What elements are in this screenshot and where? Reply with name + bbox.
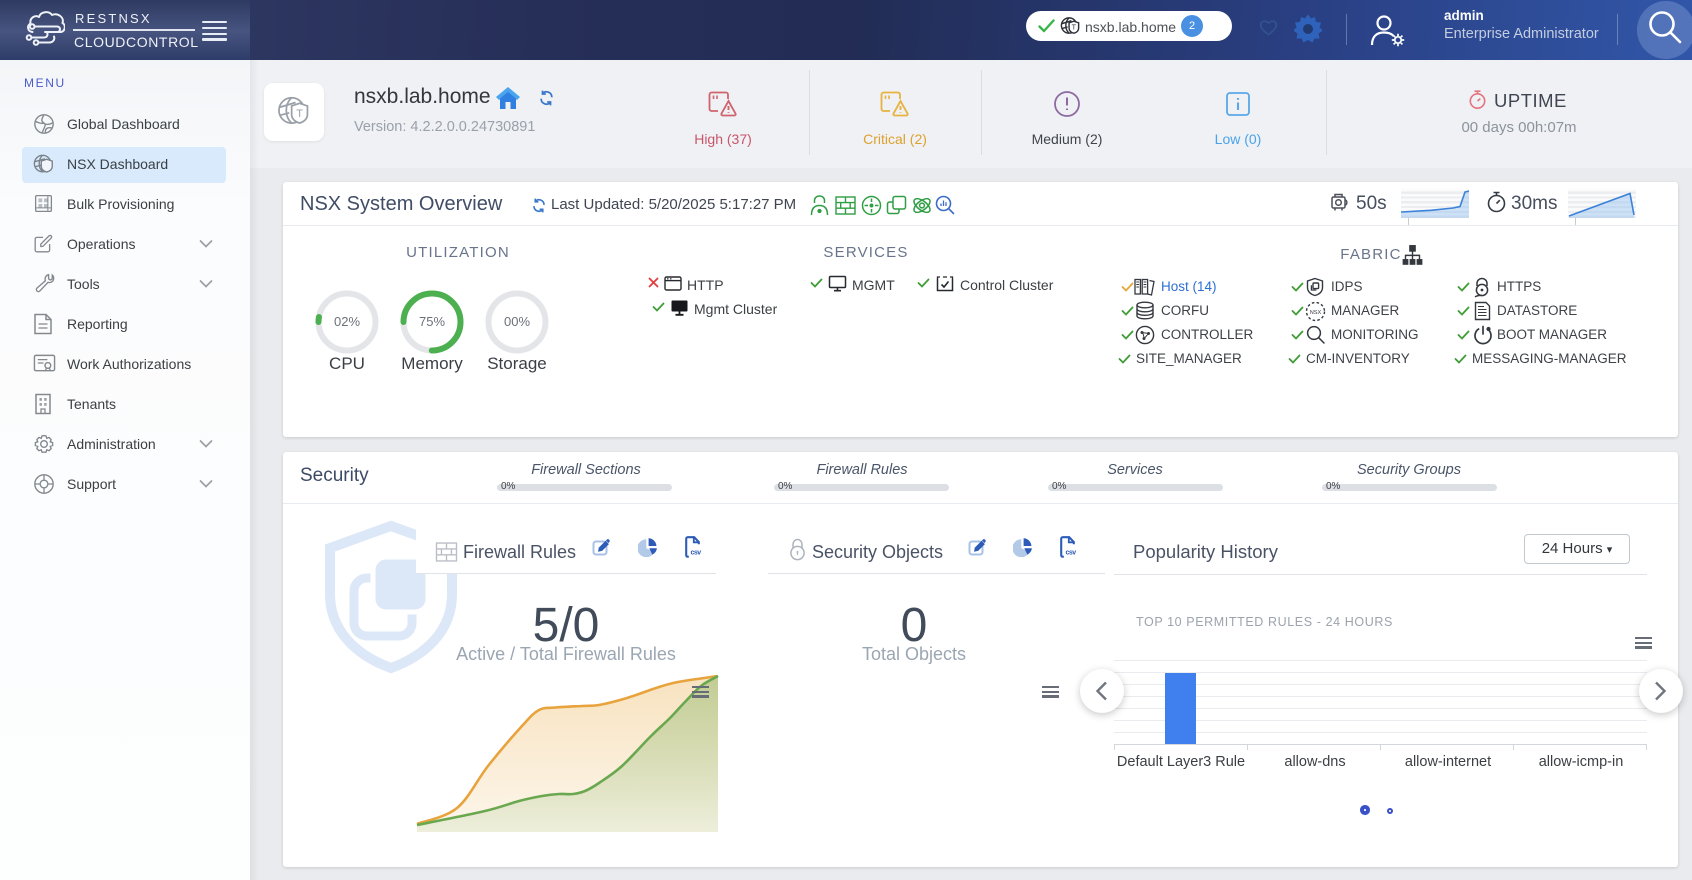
svg-text:csv: csv bbox=[1066, 549, 1077, 556]
svg-text:csv: csv bbox=[691, 549, 702, 556]
svg-text:T: T bbox=[1072, 24, 1077, 32]
svg-text:T: T bbox=[296, 108, 303, 120]
svg-text:NSX: NSX bbox=[1310, 310, 1322, 316]
